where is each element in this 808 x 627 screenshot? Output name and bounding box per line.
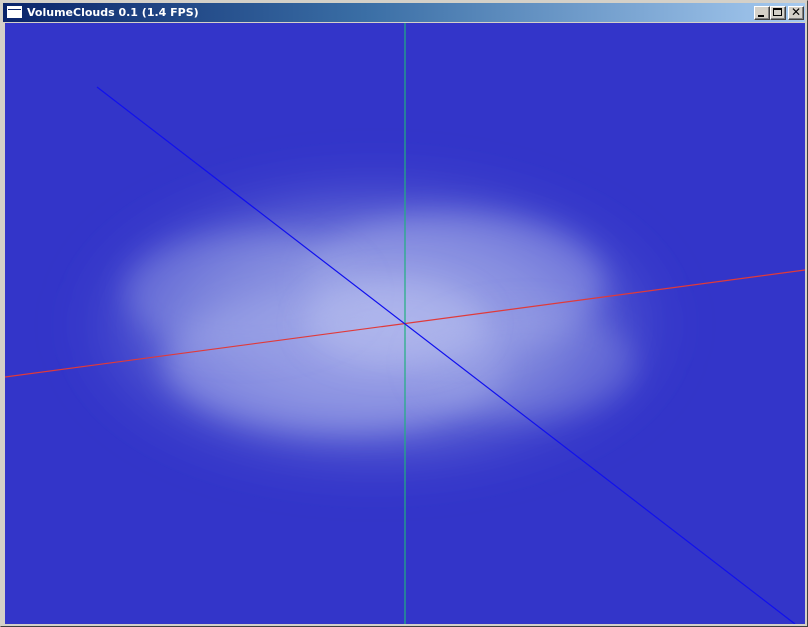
3d-viewport[interactable] xyxy=(5,23,805,624)
maximize-button[interactable] xyxy=(770,6,786,20)
window-title: VolumeClouds 0.1 (1.4 FPS) xyxy=(27,6,199,19)
close-button[interactable]: ✕ xyxy=(788,5,804,20)
maximize-icon xyxy=(773,8,782,16)
title-bar[interactable]: VolumeClouds 0.1 (1.4 FPS) ✕ xyxy=(3,3,805,22)
close-icon: ✕ xyxy=(790,5,802,19)
volume-cloud xyxy=(75,175,675,475)
application-window: VolumeClouds 0.1 (1.4 FPS) ✕ xyxy=(0,0,808,627)
app-window-icon[interactable] xyxy=(7,6,22,18)
scene-canvas xyxy=(5,23,805,624)
minimize-button[interactable] xyxy=(754,6,770,20)
minimize-icon xyxy=(758,15,764,17)
